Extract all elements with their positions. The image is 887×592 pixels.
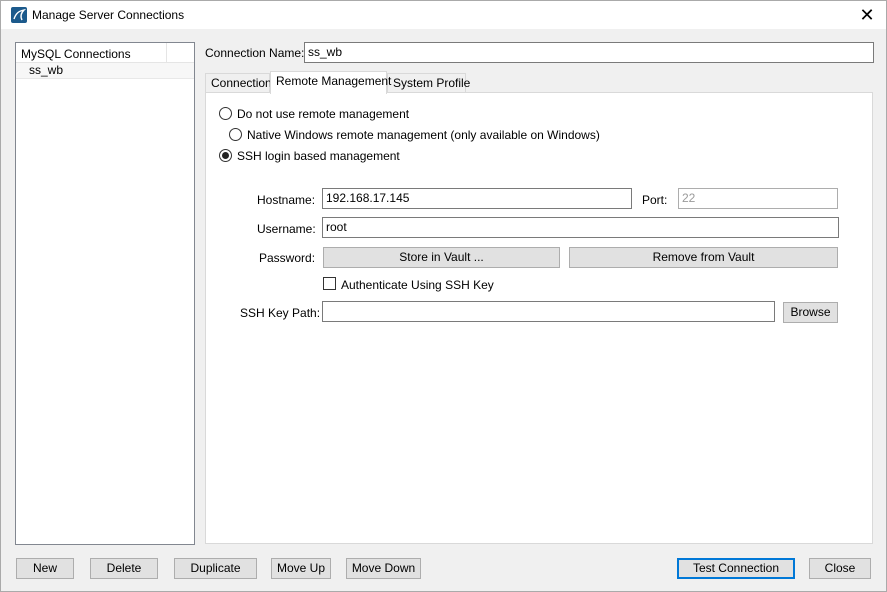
- ssh-key-path-input[interactable]: [322, 301, 775, 322]
- store-in-vault-button[interactable]: Store in Vault ...: [323, 247, 560, 268]
- radio-no-remote-label: Do not use remote management: [237, 107, 410, 121]
- close-button[interactable]: Close: [809, 558, 871, 579]
- manage-server-connections-dialog: Manage Server Connections ✕ MySQL Connec…: [0, 0, 887, 592]
- move-down-button[interactable]: Move Down: [346, 558, 421, 579]
- close-icon[interactable]: ✕: [856, 4, 878, 26]
- tab-remote-management[interactable]: Remote Management: [270, 71, 391, 94]
- new-button[interactable]: New: [16, 558, 74, 579]
- move-up-button[interactable]: Move Up: [271, 558, 331, 579]
- ssh-key-path-label: SSH Key Path:: [240, 306, 321, 320]
- browse-button[interactable]: Browse: [783, 302, 838, 323]
- hostname-input[interactable]: 192.168.17.145: [322, 188, 632, 209]
- port-label: Port:: [642, 193, 668, 207]
- port-input[interactable]: 22: [678, 188, 838, 209]
- tab-connection[interactable]: Connection: [205, 73, 272, 93]
- remove-from-vault-button[interactable]: Remove from Vault: [569, 247, 838, 268]
- connection-name-label: Connection Name:: [205, 46, 305, 60]
- test-connection-button[interactable]: Test Connection: [677, 558, 795, 579]
- username-label: Username:: [257, 222, 316, 236]
- radio-button[interactable]: [229, 128, 242, 141]
- duplicate-button[interactable]: Duplicate: [174, 558, 257, 579]
- mysql-workbench-icon: [11, 7, 27, 23]
- connections-list-header: MySQL Connections: [16, 43, 194, 63]
- hostname-label: Hostname:: [257, 193, 316, 207]
- ssh-key-checkbox[interactable]: [323, 277, 336, 290]
- radio-button-checked[interactable]: [219, 149, 232, 162]
- radio-native-windows-label: Native Windows remote management (only a…: [247, 128, 600, 142]
- window-title: Manage Server Connections: [32, 8, 185, 22]
- connection-name-input[interactable]: ss_wb: [304, 42, 874, 63]
- delete-button[interactable]: Delete: [90, 558, 158, 579]
- tab-system-profile[interactable]: System Profile: [387, 73, 470, 93]
- username-input[interactable]: root: [322, 217, 839, 238]
- connection-item-ss-wb[interactable]: ss_wb: [16, 63, 194, 79]
- header-divider: [166, 43, 167, 63]
- connections-list: MySQL Connections ss_wb: [15, 42, 195, 545]
- connections-header-label: MySQL Connections: [21, 47, 131, 61]
- radio-button[interactable]: [219, 107, 232, 120]
- title-bar: Manage Server Connections ✕: [1, 1, 886, 29]
- ssh-key-checkbox-label: Authenticate Using SSH Key: [341, 278, 494, 292]
- password-label: Password:: [259, 251, 316, 265]
- radio-ssh-login-label: SSH login based management: [237, 149, 400, 163]
